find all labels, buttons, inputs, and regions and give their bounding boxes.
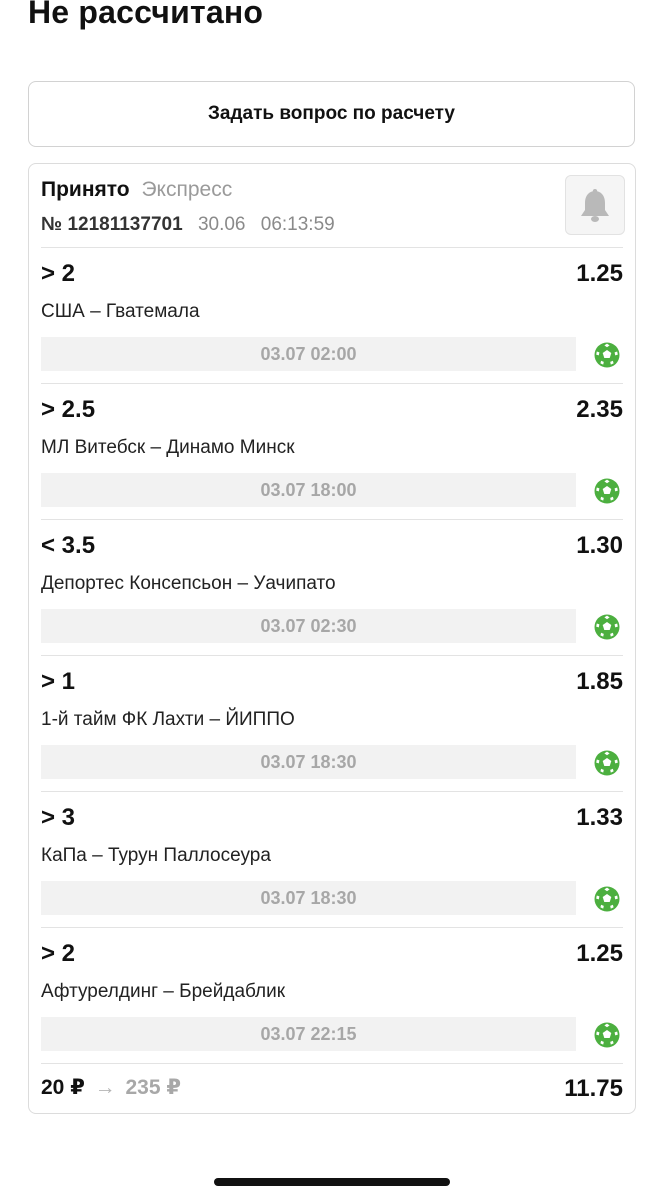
event-row[interactable]: > 2 1.25 США – Гватемала 03.07 02:00 bbox=[41, 248, 623, 384]
event-odds: 1.25 bbox=[576, 940, 623, 967]
bet-card: Принято Экспресс № 12181137701 30.06 06:… bbox=[28, 163, 636, 1114]
event-odds: 2.35 bbox=[576, 396, 623, 423]
event-row[interactable]: > 1 1.85 1-й тайм ФК Лахти – ЙИППО 03.07… bbox=[41, 656, 623, 792]
event-odds: 1.33 bbox=[576, 804, 623, 831]
status-label: Принято bbox=[41, 178, 130, 201]
bet-date: 30.06 bbox=[197, 214, 246, 235]
event-odds: 1.25 bbox=[576, 260, 623, 287]
event-start-time: 03.07 18:00 bbox=[41, 473, 576, 507]
bell-icon bbox=[581, 189, 609, 222]
event-row[interactable]: < 3.5 1.30 Депортес Консепсьон – Уачипат… bbox=[41, 520, 623, 656]
ask-question-button[interactable]: Задать вопрос по расчету bbox=[28, 81, 635, 147]
stake-amount: 20 ₽ bbox=[41, 1076, 85, 1099]
soccer-ball-icon bbox=[594, 614, 620, 640]
event-start-time: 03.07 02:00 bbox=[41, 337, 576, 371]
home-indicator[interactable] bbox=[214, 1178, 450, 1186]
bet-header: Принято Экспресс № 12181137701 30.06 06:… bbox=[41, 174, 625, 246]
event-outcome: > 2 bbox=[41, 940, 76, 967]
event-outcome: > 1 bbox=[41, 668, 76, 695]
soccer-ball-icon bbox=[594, 1022, 620, 1048]
soccer-ball-icon bbox=[594, 342, 620, 368]
event-teams: Депортес Консепсьон – Уачипато bbox=[41, 573, 336, 594]
bet-time: 06:13:59 bbox=[260, 214, 335, 235]
event-teams: США – Гватемала bbox=[41, 301, 200, 322]
event-row[interactable]: > 2.5 2.35 МЛ Витебск – Динамо Минск 03.… bbox=[41, 384, 623, 520]
event-teams: Афтурелдинг – Брейдаблик bbox=[41, 981, 286, 1002]
bet-footer: 20 ₽ → 235 ₽ 11.75 bbox=[41, 1069, 623, 1105]
event-start-time: 03.07 18:30 bbox=[41, 881, 576, 915]
divider bbox=[41, 1063, 623, 1064]
potential-payout: 235 ₽ bbox=[125, 1076, 181, 1099]
event-outcome: < 3.5 bbox=[41, 532, 96, 559]
soccer-ball-icon bbox=[594, 478, 620, 504]
event-start-time: 03.07 18:30 bbox=[41, 745, 576, 779]
event-teams: 1-й тайм ФК Лахти – ЙИППО bbox=[41, 709, 295, 730]
coupon-number: № 12181137701 bbox=[41, 214, 183, 235]
event-odds: 1.30 bbox=[576, 532, 623, 559]
bet-meta: № 12181137701 30.06 06:13:59 bbox=[41, 214, 345, 236]
total-odds: 11.75 bbox=[564, 1075, 623, 1102]
event-row[interactable]: > 3 1.33 КаПа – Турун Паллосеура 03.07 1… bbox=[41, 792, 623, 928]
arrow-icon: → bbox=[94, 1076, 116, 1099]
stake-summary: 20 ₽ → 235 ₽ bbox=[41, 1075, 181, 1100]
soccer-ball-icon bbox=[594, 886, 620, 912]
event-start-time: 03.07 22:15 bbox=[41, 1017, 576, 1051]
event-outcome: > 2 bbox=[41, 260, 76, 287]
event-row[interactable]: > 2 1.25 Афтурелдинг – Брейдаблик 03.07 … bbox=[41, 928, 623, 1064]
event-start-time: 03.07 02:30 bbox=[41, 609, 576, 643]
notification-button[interactable] bbox=[565, 175, 625, 235]
event-outcome: > 2.5 bbox=[41, 396, 96, 423]
event-teams: МЛ Витебск – Динамо Минск bbox=[41, 437, 295, 458]
soccer-ball-icon bbox=[594, 750, 620, 776]
status-line: Принято Экспресс bbox=[41, 178, 232, 202]
bet-type-label: Экспресс bbox=[141, 178, 233, 201]
event-outcome: > 3 bbox=[41, 804, 76, 831]
page-title: Не рассчитано bbox=[28, 0, 264, 30]
event-odds: 1.85 bbox=[576, 668, 623, 695]
event-teams: КаПа – Турун Паллосеура bbox=[41, 845, 271, 866]
